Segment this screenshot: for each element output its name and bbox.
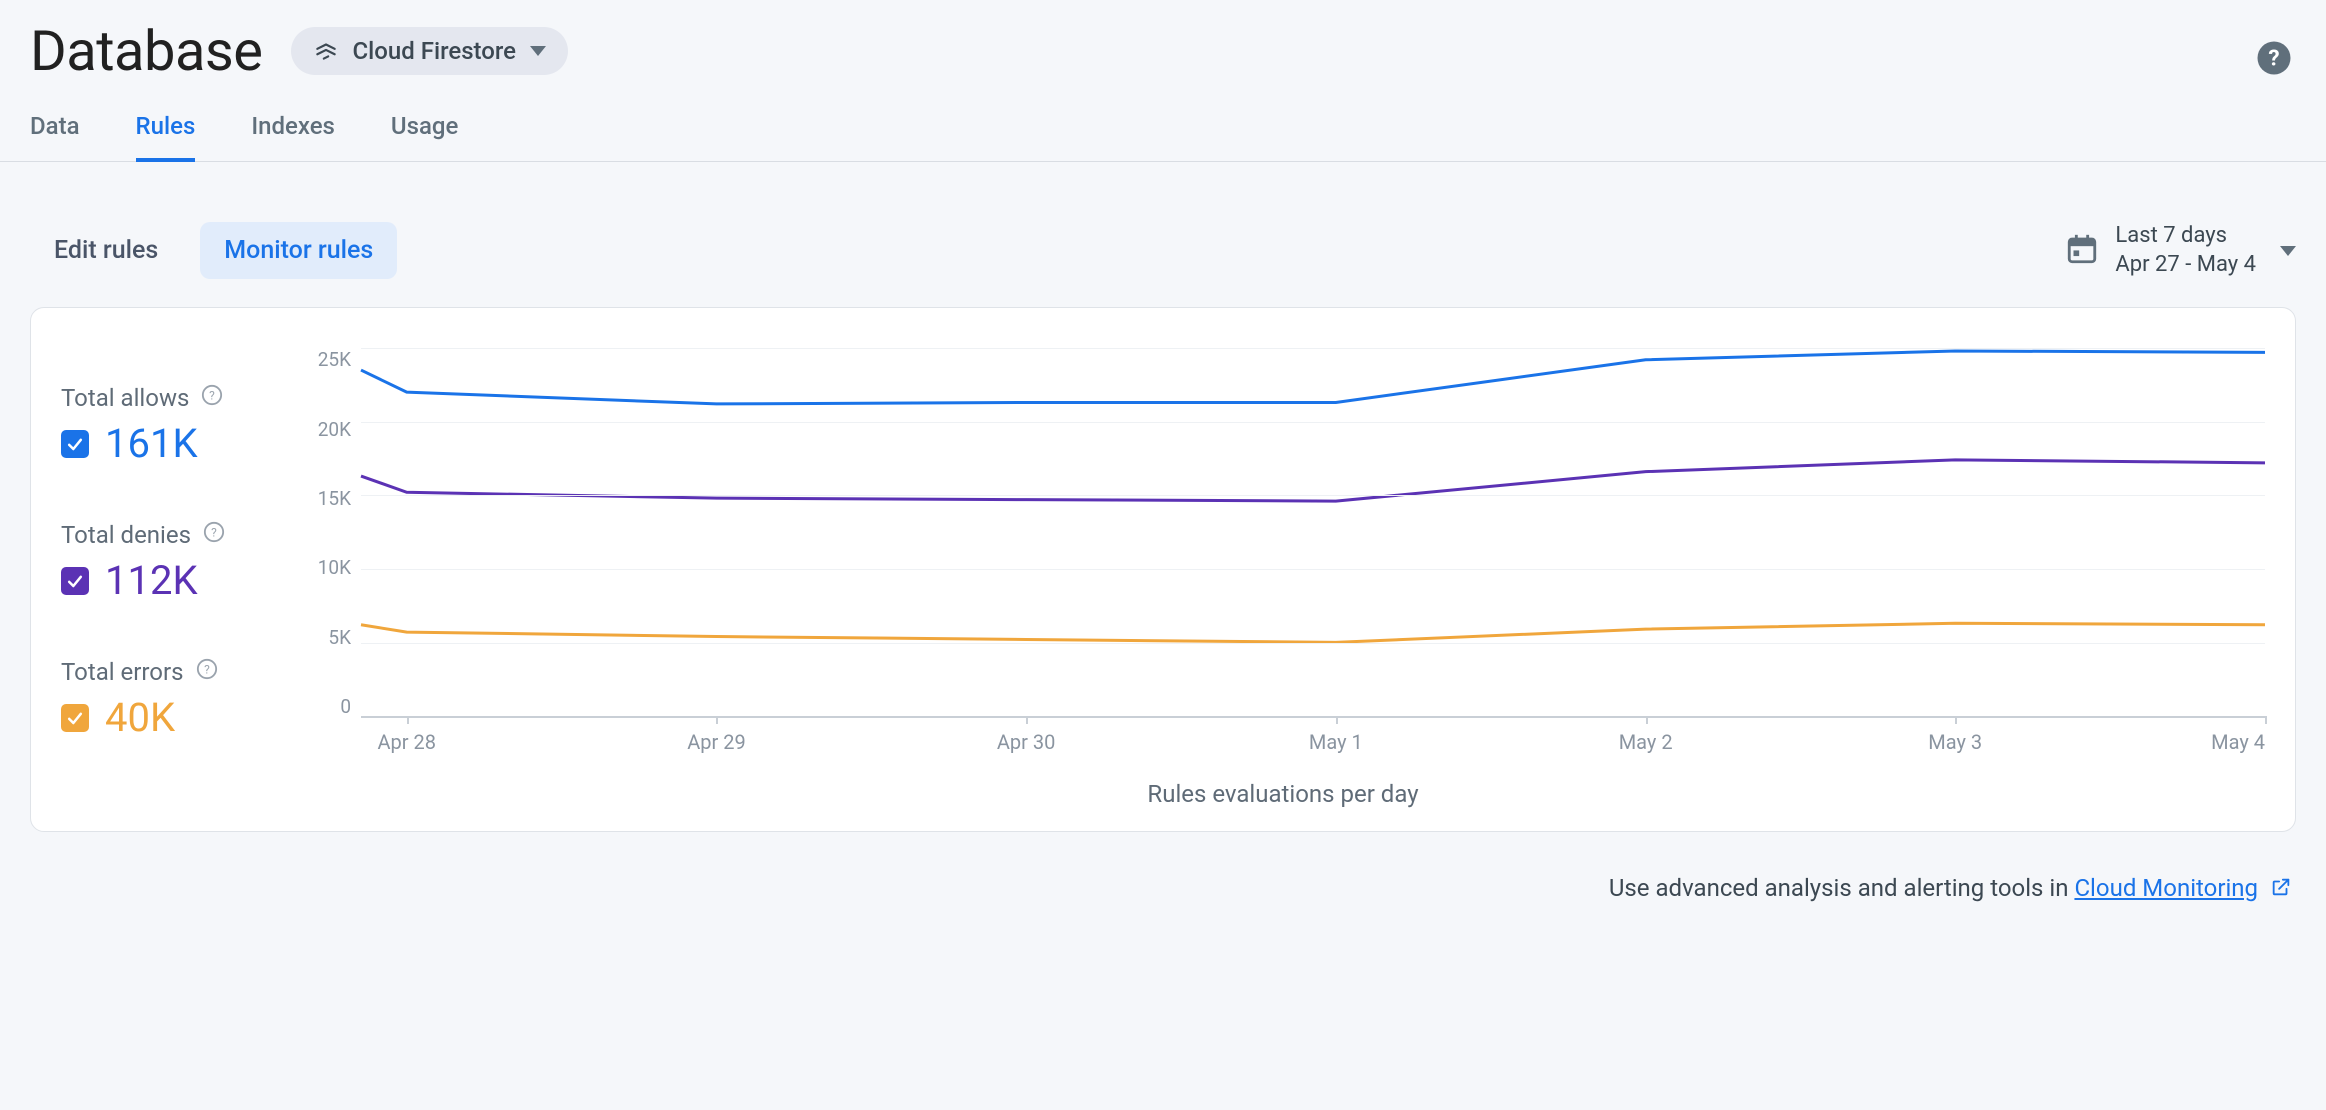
x-tick-mark	[716, 716, 718, 724]
chart-x-axis: Apr 28 Apr 29 Apr 30 May 1 May 2 May 3 May 4	[361, 730, 2265, 760]
x-tick-mark	[407, 716, 409, 724]
y-tick: 10K	[301, 556, 351, 579]
external-link-icon	[2270, 876, 2292, 904]
help-icon: ?	[2256, 40, 2292, 76]
legend-allows-checkbox[interactable]	[61, 430, 89, 458]
legend-allows-value: 161K	[105, 420, 198, 467]
chart-area: 25K 20K 15K 10K 5K 0 Apr 28 Apr 29 Apr 30 May 1 M…	[301, 348, 2265, 795]
tab-data[interactable]: Data	[30, 112, 80, 162]
subtab-monitor-rules[interactable]: Monitor rules	[200, 222, 397, 279]
tab-rules[interactable]: Rules	[136, 112, 196, 162]
legend-denies-value: 112K	[105, 557, 198, 604]
legend-item-allows: Total allows ? 161K	[61, 384, 291, 467]
svg-text:?: ?	[204, 663, 210, 677]
subtab-edit-rules[interactable]: Edit rules	[30, 222, 182, 279]
x-tick: May 4	[2211, 730, 2265, 754]
x-tick: Apr 28	[377, 730, 436, 754]
main-tabs: Data Rules Indexes Usage	[0, 92, 2326, 162]
date-range-picker[interactable]: Last 7 days Apr 27 - May 4	[2065, 222, 2296, 279]
legend-item-errors: Total errors ? 40K	[61, 658, 291, 741]
x-tick: May 3	[1928, 730, 1982, 754]
chart-legend: Total allows ? 161K Total denies ?	[61, 348, 291, 795]
legend-item-denies: Total denies ? 112K	[61, 521, 291, 604]
gridline	[361, 495, 2265, 496]
firestore-icon	[313, 38, 339, 64]
legend-errors-label: Total errors	[61, 658, 184, 686]
chart-x-label: Rules evaluations per day	[301, 780, 2265, 808]
help-icon[interactable]: ?	[203, 521, 225, 549]
x-tick: Apr 30	[997, 730, 1056, 754]
y-tick: 0	[301, 695, 351, 718]
x-tick-mark	[1646, 716, 1648, 724]
database-selector[interactable]: Cloud Firestore	[291, 27, 569, 75]
legend-denies-checkbox[interactable]	[61, 567, 89, 595]
gridline	[361, 569, 2265, 570]
legend-allows-label: Total allows	[61, 384, 189, 412]
x-tick: May 1	[1309, 730, 1363, 754]
chart-y-axis: 25K 20K 15K 10K 5K 0	[301, 348, 351, 718]
database-selector-label: Cloud Firestore	[353, 37, 517, 65]
x-tick: Apr 29	[687, 730, 746, 754]
check-icon	[65, 434, 85, 454]
footer-note: Use advanced analysis and alerting tools…	[0, 832, 2326, 904]
gridline	[361, 348, 2265, 349]
tab-indexes[interactable]: Indexes	[251, 112, 335, 162]
chart-plot	[361, 348, 2265, 718]
tab-usage[interactable]: Usage	[391, 112, 458, 162]
help-button[interactable]: ?	[2256, 40, 2292, 76]
svg-text:?: ?	[211, 526, 217, 540]
check-icon	[65, 708, 85, 728]
chevron-down-icon	[2280, 246, 2296, 256]
monitor-chart-card: Total allows ? 161K Total denies ?	[30, 307, 2296, 832]
footer-prefix: Use advanced analysis and alerting tools…	[1609, 874, 2075, 902]
gridline	[361, 643, 2265, 644]
rules-subtabs: Edit rules Monitor rules	[30, 222, 397, 279]
x-tick-mark	[1336, 716, 1338, 724]
x-tick-mark	[1026, 716, 1028, 724]
x-tick-mark	[1955, 716, 1957, 724]
help-icon[interactable]: ?	[196, 658, 218, 686]
legend-errors-checkbox[interactable]	[61, 704, 89, 732]
help-icon[interactable]: ?	[201, 384, 223, 412]
cloud-monitoring-link[interactable]: Cloud Monitoring	[2074, 874, 2258, 902]
check-icon	[65, 571, 85, 591]
y-tick: 20K	[301, 418, 351, 441]
page-title: Database	[30, 18, 263, 84]
calendar-icon	[2065, 232, 2099, 270]
svg-text:?: ?	[2268, 46, 2279, 72]
legend-errors-value: 40K	[105, 694, 175, 741]
y-tick: 5K	[301, 626, 351, 649]
chevron-down-icon	[530, 46, 546, 56]
chart-lines	[361, 348, 2265, 716]
date-range-label: Last 7 days	[2115, 222, 2256, 251]
series-allows	[361, 351, 2265, 404]
x-tick-mark	[2265, 716, 2267, 724]
legend-denies-label: Total denies	[61, 521, 191, 549]
gridline	[361, 422, 2265, 423]
y-tick: 15K	[301, 487, 351, 510]
svg-text:?: ?	[210, 389, 216, 403]
y-tick: 25K	[301, 348, 351, 371]
date-range-value: Apr 27 - May 4	[2115, 251, 2256, 280]
series-errors	[361, 623, 2265, 642]
x-tick: May 2	[1619, 730, 1673, 754]
